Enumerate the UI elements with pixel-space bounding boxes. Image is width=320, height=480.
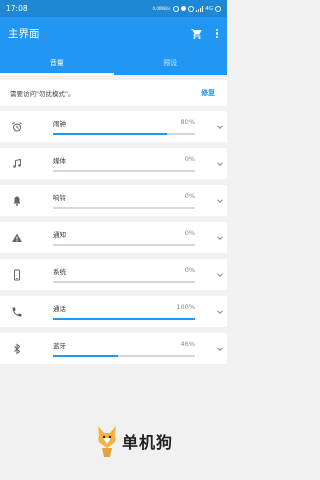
- chevron-down-icon[interactable]: [215, 307, 225, 317]
- volume-row-bluetooth: 蓝牙 46%: [0, 333, 227, 364]
- row-percent: 46%: [180, 340, 195, 349]
- volume-slider[interactable]: [53, 244, 195, 246]
- volume-row-main: 系统 0%: [53, 266, 195, 283]
- phone-call-icon: [11, 306, 23, 318]
- volume-slider[interactable]: [53, 318, 195, 320]
- tab-presets[interactable]: 预设: [114, 50, 228, 75]
- row-percent: 0%: [184, 229, 195, 238]
- alarm-icon: [188, 5, 195, 12]
- volume-slider[interactable]: [53, 355, 195, 357]
- chevron-down-icon[interactable]: [215, 233, 225, 243]
- tab-volume[interactable]: 音量: [0, 50, 114, 75]
- phone-device-icon: [11, 269, 23, 281]
- status-bar: 17:08 0.00KB/s 4G: [0, 0, 227, 17]
- row-percent: 100%: [176, 303, 195, 312]
- volume-row-main: 蓝牙 46%: [53, 340, 195, 357]
- volume-row-call: 通话 100%: [0, 296, 227, 327]
- row-label: 媒体: [53, 157, 66, 166]
- volume-list: 闹钟 80% 媒体 0% 响铃 0% 通知 0% 系统 0% 通话 100% 蓝…: [0, 111, 227, 364]
- volume-row-system: 系统 0%: [0, 259, 227, 290]
- cart-icon[interactable]: [191, 28, 203, 40]
- volume-row-main: 闹钟 80%: [53, 118, 195, 135]
- status-time: 17:08: [6, 4, 28, 13]
- volume-row-media: 媒体 0%: [0, 148, 227, 179]
- row-label: 系统: [53, 268, 66, 277]
- row-percent: 0%: [184, 155, 195, 164]
- chevron-down-icon[interactable]: [215, 344, 225, 354]
- volume-slider[interactable]: [53, 281, 195, 283]
- net-speed: 0.00KB/s: [152, 5, 171, 11]
- dnd-notice: 需要访问"勿扰模式"。 修复: [0, 80, 227, 106]
- chevron-down-icon[interactable]: [215, 122, 225, 132]
- volume-row-main: 响铃 0%: [53, 192, 195, 209]
- alarm-clock-icon: [11, 121, 23, 133]
- volume-slider[interactable]: [53, 170, 195, 172]
- row-percent: 0%: [184, 192, 195, 201]
- warning-icon: [11, 232, 23, 244]
- chevron-down-icon[interactable]: [215, 159, 225, 169]
- dog-mascot-icon: [98, 426, 116, 457]
- row-label: 通话: [53, 305, 66, 314]
- net-speed-text: 0.00KB/s: [152, 5, 171, 11]
- volume-slider[interactable]: [53, 207, 195, 209]
- volume-row-notification: 通知 0%: [0, 222, 227, 253]
- signal-icon: [196, 5, 204, 12]
- row-label: 闹钟: [53, 120, 66, 129]
- battery-icon: [215, 5, 221, 12]
- row-percent: 0%: [184, 266, 195, 275]
- volume-row-ringer: 响铃 0%: [0, 185, 227, 216]
- slider-fill: [53, 133, 167, 135]
- volume-slider[interactable]: [53, 133, 195, 135]
- volume-row-main: 媒体 0%: [53, 155, 195, 172]
- row-label: 蓝牙: [53, 342, 66, 351]
- row-percent: 80%: [180, 118, 195, 127]
- bell-icon: [11, 195, 23, 207]
- volume-row-main: 通话 100%: [53, 303, 195, 320]
- app-bar: 主界面: [0, 17, 227, 50]
- slider-fill: [53, 355, 119, 357]
- page-title: 主界面: [8, 28, 40, 40]
- chevron-down-icon[interactable]: [215, 196, 225, 206]
- tab-bar: 音量 预设: [0, 50, 227, 75]
- row-label: 响铃: [53, 194, 66, 203]
- volume-row-alarm: 闹钟 80%: [0, 111, 227, 142]
- slider-fill: [53, 318, 195, 320]
- network-type: 4G: [205, 5, 213, 12]
- watermark-logo: 单机狗: [95, 424, 173, 458]
- bluetooth-icon: [11, 342, 23, 355]
- chevron-down-icon[interactable]: [215, 270, 225, 280]
- status-icons: 0.00KB/s 4G: [152, 5, 221, 12]
- mute-icon: [181, 6, 187, 11]
- volume-row-main: 通知 0%: [53, 229, 195, 246]
- more-icon[interactable]: [215, 28, 219, 39]
- notice-text: 需要访问"勿扰模式"。: [10, 90, 75, 98]
- watermark-text: 单机狗: [122, 433, 174, 452]
- music-note-icon: [11, 158, 23, 170]
- fix-button[interactable]: 修复: [201, 88, 215, 98]
- nfc-icon: [173, 5, 180, 12]
- row-label: 通知: [53, 231, 66, 240]
